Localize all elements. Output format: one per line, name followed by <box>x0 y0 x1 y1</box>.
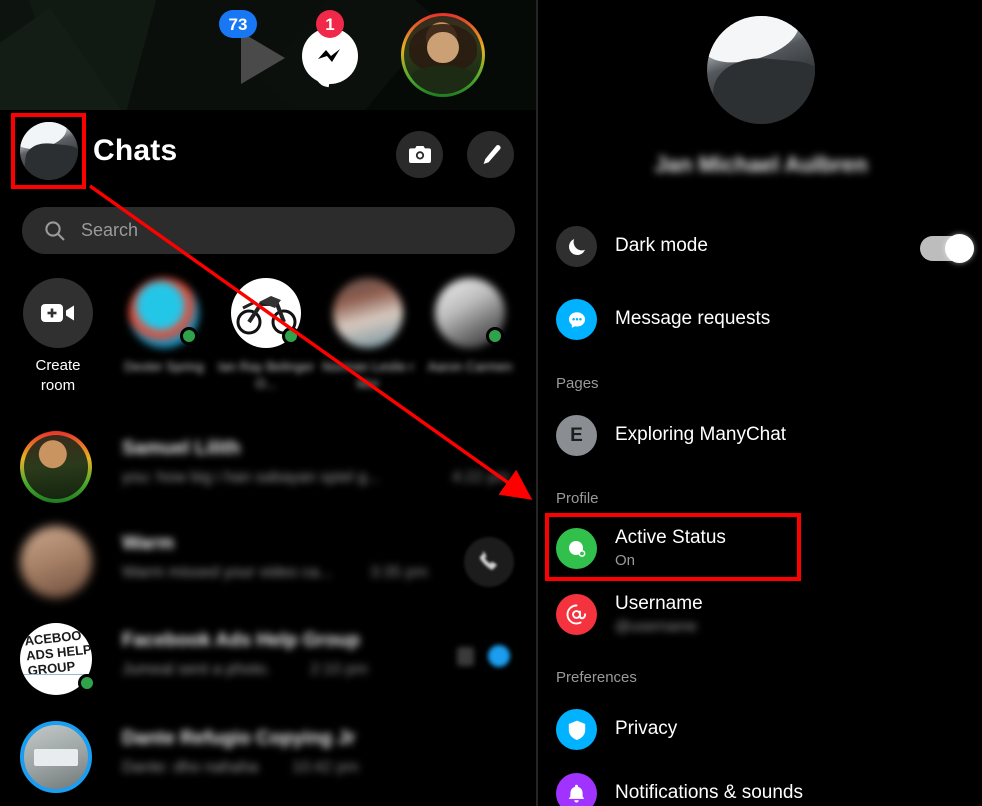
camera-button[interactable] <box>396 131 443 178</box>
settings-item-notifications[interactable]: Notifications & sounds <box>556 773 976 806</box>
panel-divider <box>536 0 538 806</box>
story-avatar <box>231 278 301 348</box>
story-name: Dexter Spring <box>124 359 204 374</box>
settings-item-label: Notifications & sounds <box>615 782 803 803</box>
story-avatar <box>333 278 403 348</box>
profile-avatar-large[interactable] <box>707 16 815 124</box>
active-dot <box>486 327 504 345</box>
settings-item-label: Username <box>615 593 703 614</box>
settings-item-label: Dark mode <box>615 235 708 256</box>
settings-item-privacy[interactable]: Privacy <box>556 709 976 761</box>
story-item[interactable]: Ian Ray Belinger O... <box>214 278 318 392</box>
active-dot <box>78 674 96 692</box>
chat-list-item[interactable]: Warm Warm missed your video ca... 3:35 p… <box>0 515 536 610</box>
search-placeholder: Search <box>81 220 139 240</box>
story-name: Norman Leslie r Mor <box>322 359 414 391</box>
section-header-pages: Pages <box>556 375 599 392</box>
section-header-profile: Profile <box>556 490 599 507</box>
story-name: Aaron Carmen <box>427 359 513 374</box>
annotation-box-active-status <box>545 513 801 581</box>
page-letter-icon: E <box>556 415 597 456</box>
story-avatar <box>129 278 199 348</box>
top-banner: 73 1 <box>0 0 536 110</box>
story-item[interactable]: Aaron Carmen <box>418 278 522 375</box>
chat-time: 10:42 pm <box>292 759 359 776</box>
settings-item-label: Exploring ManyChat <box>615 424 787 445</box>
chat-name: Samuel Lilith <box>122 438 241 459</box>
messenger-bolt-glyph <box>318 49 340 62</box>
create-room-label-line2: room <box>40 377 76 394</box>
page-title: Chats <box>93 134 178 167</box>
camera-icon <box>408 146 431 163</box>
settings-item-sub: @username <box>615 618 697 635</box>
chat-list-item[interactable]: ACEBOO ADS HELP GROUP Facebook Ads Help Gr… <box>0 612 536 707</box>
chat-time: 4:22 pm <box>452 469 510 486</box>
at-sign-icon <box>566 604 587 625</box>
messenger-badge: 1 <box>316 10 344 38</box>
new-message-button[interactable] <box>467 131 514 178</box>
shield-icon <box>568 720 585 740</box>
chat-snippet: you: how big i han sabayan spiel g... <box>122 469 380 486</box>
chat-snippet: Warm missed your video ca... <box>122 564 333 581</box>
chat-time: 2:10 pm <box>310 661 368 678</box>
banner-icon-group: 73 1 <box>206 0 536 110</box>
message-bubble-icon <box>568 311 585 328</box>
settings-item-dark-mode[interactable]: Dark mode <box>556 226 976 278</box>
avatar <box>20 431 92 503</box>
chat-list-item[interactable]: Samuel Lilith you: how big i han sabayan… <box>0 420 536 515</box>
active-dot <box>180 327 198 345</box>
unread-dot <box>488 645 510 667</box>
chat-snippet: Dante: dho nahaha <box>122 759 259 776</box>
chat-name: Facebook Ads Help Group <box>122 630 360 651</box>
create-room-label-line1: Create <box>35 357 81 374</box>
moon-icon <box>568 238 585 255</box>
settings-item-message-requests[interactable]: Message requests <box>556 299 976 351</box>
chat-name: Warm <box>122 533 175 554</box>
seen-indicator <box>457 647 474 666</box>
settings-item-exploring-manychat[interactable]: E Exploring ManyChat <box>556 415 976 467</box>
moon-icon-wrap <box>556 226 597 267</box>
chat-list-item[interactable]: Dante Refugio Copying Jr Dante: dho naha… <box>0 710 536 805</box>
chat-time: 3:35 pm <box>370 564 428 581</box>
annotation-box-avatar <box>11 113 86 189</box>
settings-item-label: Privacy <box>615 718 678 739</box>
section-header-preferences: Preferences <box>556 669 637 686</box>
story-item[interactable]: Norman Leslie r Mor <box>316 278 420 392</box>
message-bubble-icon-wrap <box>556 299 597 340</box>
bell-icon <box>568 784 585 802</box>
settings-item-label: Message requests <box>615 308 771 329</box>
call-button[interactable] <box>464 537 514 587</box>
dark-mode-toggle[interactable] <box>920 234 974 263</box>
chat-name: Dante Refugio Copying Jr <box>122 728 356 749</box>
messenger-logo-tail <box>312 70 332 88</box>
at-sign-icon-wrap <box>556 594 597 635</box>
story-item[interactable]: Dexter Spring <box>112 278 216 375</box>
bell-icon-wrap <box>556 773 597 806</box>
search-icon <box>45 221 65 241</box>
story-name: Ian Ray Belinger O... <box>217 359 315 391</box>
search-input[interactable]: Search <box>22 207 515 254</box>
video-badge: 73 <box>219 10 257 38</box>
active-dot <box>282 327 300 345</box>
messenger-screenshot: 73 1 Chats Search Create room Dexter Spr… <box>0 0 982 806</box>
play-icon[interactable] <box>241 32 285 84</box>
chat-snippet: Jumeal sent a photo. <box>122 661 271 678</box>
settings-item-username[interactable]: Username @username <box>556 593 976 646</box>
phone-icon <box>479 551 497 570</box>
profile-name: Jan Michael Aulbren <box>654 152 868 177</box>
toggle-knob <box>945 234 974 263</box>
video-plus-icon-wrap <box>23 278 93 348</box>
edit-pencil-icon <box>483 144 501 164</box>
video-plus-icon <box>41 304 74 322</box>
stories-row: Create room Dexter Spring Ian Ray Beling… <box>0 278 536 408</box>
shield-icon-wrap <box>556 709 597 750</box>
page-letter: E <box>570 424 583 446</box>
story-avatar <box>435 278 505 348</box>
avatar <box>20 526 92 598</box>
banner-profile-avatar[interactable] <box>401 13 485 97</box>
avatar <box>20 721 92 793</box>
create-room-button[interactable]: Create room <box>6 278 110 396</box>
